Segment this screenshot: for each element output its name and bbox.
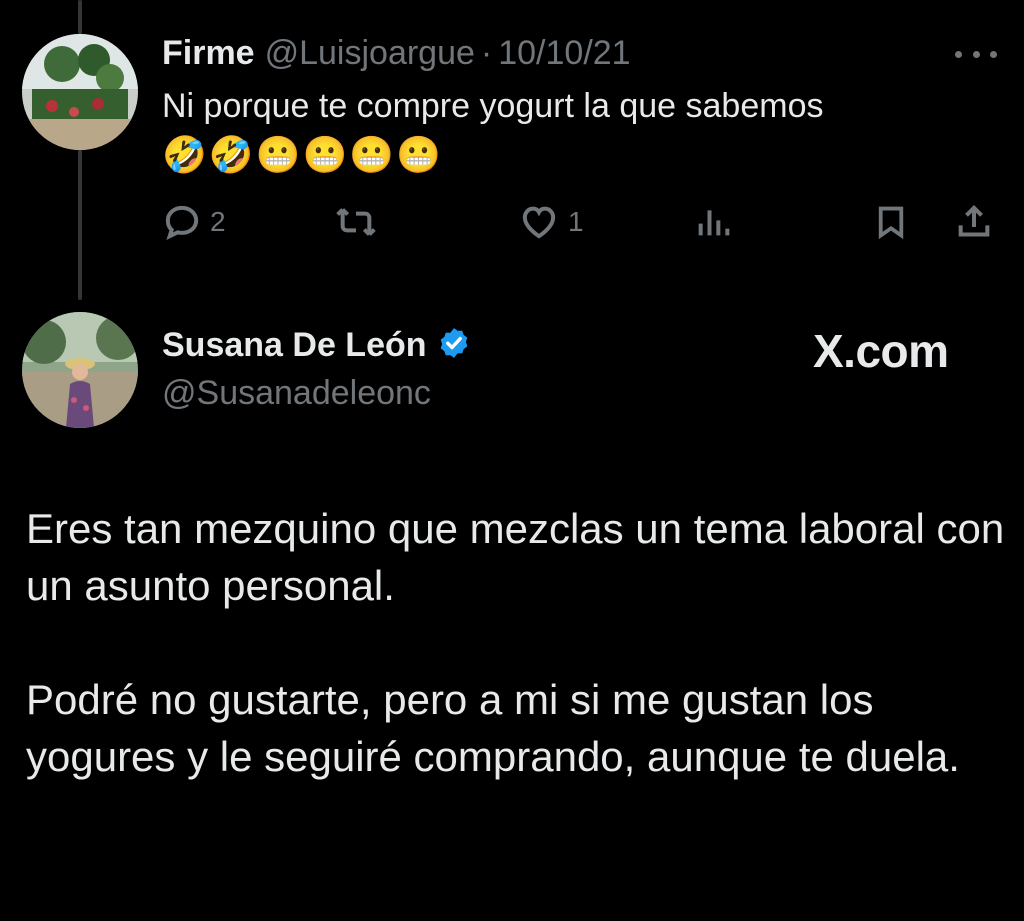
more-icon[interactable] <box>955 44 997 64</box>
avatar-image <box>22 34 138 150</box>
tweet-paragraph: Eres tan mezquino que mezclas un tema la… <box>26 505 1005 609</box>
views-icon <box>698 210 730 236</box>
tweet-paragraph: Podré no gustarte, pero a mi si me gusta… <box>26 676 960 780</box>
tweet-text: Ni porque te compre yogurt la que sabemo… <box>162 87 824 125</box>
share-icon <box>958 205 990 237</box>
brand-watermark: X.com <box>813 325 949 377</box>
tweet-emojis: 🤣🤣😬😬😬😬 <box>162 134 443 175</box>
retweet-button[interactable] <box>334 196 386 248</box>
retweet-icon <box>336 208 376 236</box>
share-button[interactable] <box>954 196 994 248</box>
tweet-header: Firme @Luisjoargue · 10/10/21 <box>162 30 631 76</box>
heart-icon <box>522 206 556 239</box>
like-button[interactable]: 1 <box>518 196 584 248</box>
author-name-row: Susana De León <box>162 326 471 365</box>
verified-badge-icon <box>437 326 471 365</box>
bookmark-button[interactable] <box>872 196 910 248</box>
tweet-body: Eres tan mezquino que mezclas un tema la… <box>26 500 1006 785</box>
author-name[interactable]: Firme <box>162 34 255 73</box>
avatar[interactable] <box>22 34 138 150</box>
separator-dot: · <box>480 33 493 72</box>
bookmark-icon <box>878 206 904 240</box>
views-button[interactable] <box>694 196 734 248</box>
tweet-date[interactable]: 10/10/21 <box>498 34 630 73</box>
reply-button[interactable]: 2 <box>162 196 226 248</box>
avatar[interactable] <box>22 312 138 428</box>
author-handle[interactable]: @Luisjoargue <box>265 34 475 73</box>
author-handle[interactable]: @Susanadeleonc <box>162 374 431 413</box>
like-count: 1 <box>568 206 584 237</box>
tweet-actions: 2 1 <box>0 196 1024 248</box>
reply-count: 2 <box>210 206 226 237</box>
author-name[interactable]: Susana De León <box>162 326 427 365</box>
reply-icon <box>165 205 199 240</box>
avatar-image <box>22 312 138 428</box>
